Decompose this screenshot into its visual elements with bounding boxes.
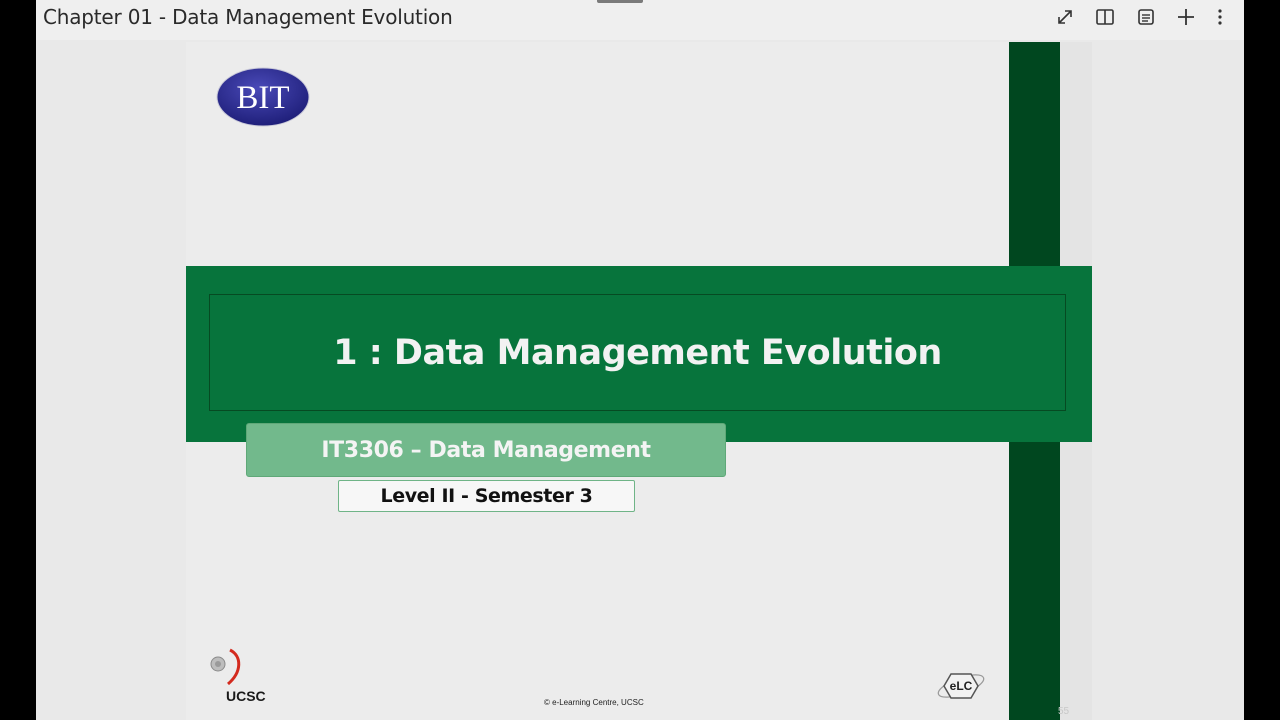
more-options-icon[interactable]	[1208, 5, 1232, 29]
ucsc-logo: UCSC	[210, 648, 266, 704]
svg-text:eLC: eLC	[950, 679, 973, 693]
svg-text:BIT: BIT	[236, 80, 289, 116]
course-box: IT3306 – Data Management	[246, 423, 726, 477]
page-number: 55	[1058, 706, 1070, 717]
elc-logo: eLC	[937, 673, 985, 699]
pdf-viewer: Chapter 01 - Data Management Evolution B…	[36, 0, 1244, 720]
outline-icon[interactable]	[1134, 5, 1158, 29]
slide-page: BIT 1 : Data Management Evolution IT3306…	[186, 42, 1092, 720]
book-view-icon[interactable]	[1093, 5, 1117, 29]
expand-icon[interactable]	[1053, 5, 1077, 29]
drag-handle[interactable]	[597, 0, 643, 3]
title-box: 1 : Data Management Evolution	[209, 294, 1066, 411]
add-icon[interactable]	[1174, 5, 1198, 29]
copyright-text: © e-Learning Centre, UCSC	[544, 698, 644, 707]
svg-text:UCSC: UCSC	[226, 688, 266, 704]
title-band: 1 : Data Management Evolution	[186, 266, 1092, 442]
document-title: Chapter 01 - Data Management Evolution	[43, 5, 453, 29]
bit-logo: BIT	[216, 67, 310, 127]
level-box: Level II - Semester 3	[338, 480, 635, 512]
course-name: IT3306 – Data Management	[321, 437, 651, 463]
top-toolbar: Chapter 01 - Data Management Evolution	[36, 0, 1244, 40]
level-text: Level II - Semester 3	[380, 485, 593, 507]
slide-title: 1 : Data Management Evolution	[333, 332, 942, 373]
